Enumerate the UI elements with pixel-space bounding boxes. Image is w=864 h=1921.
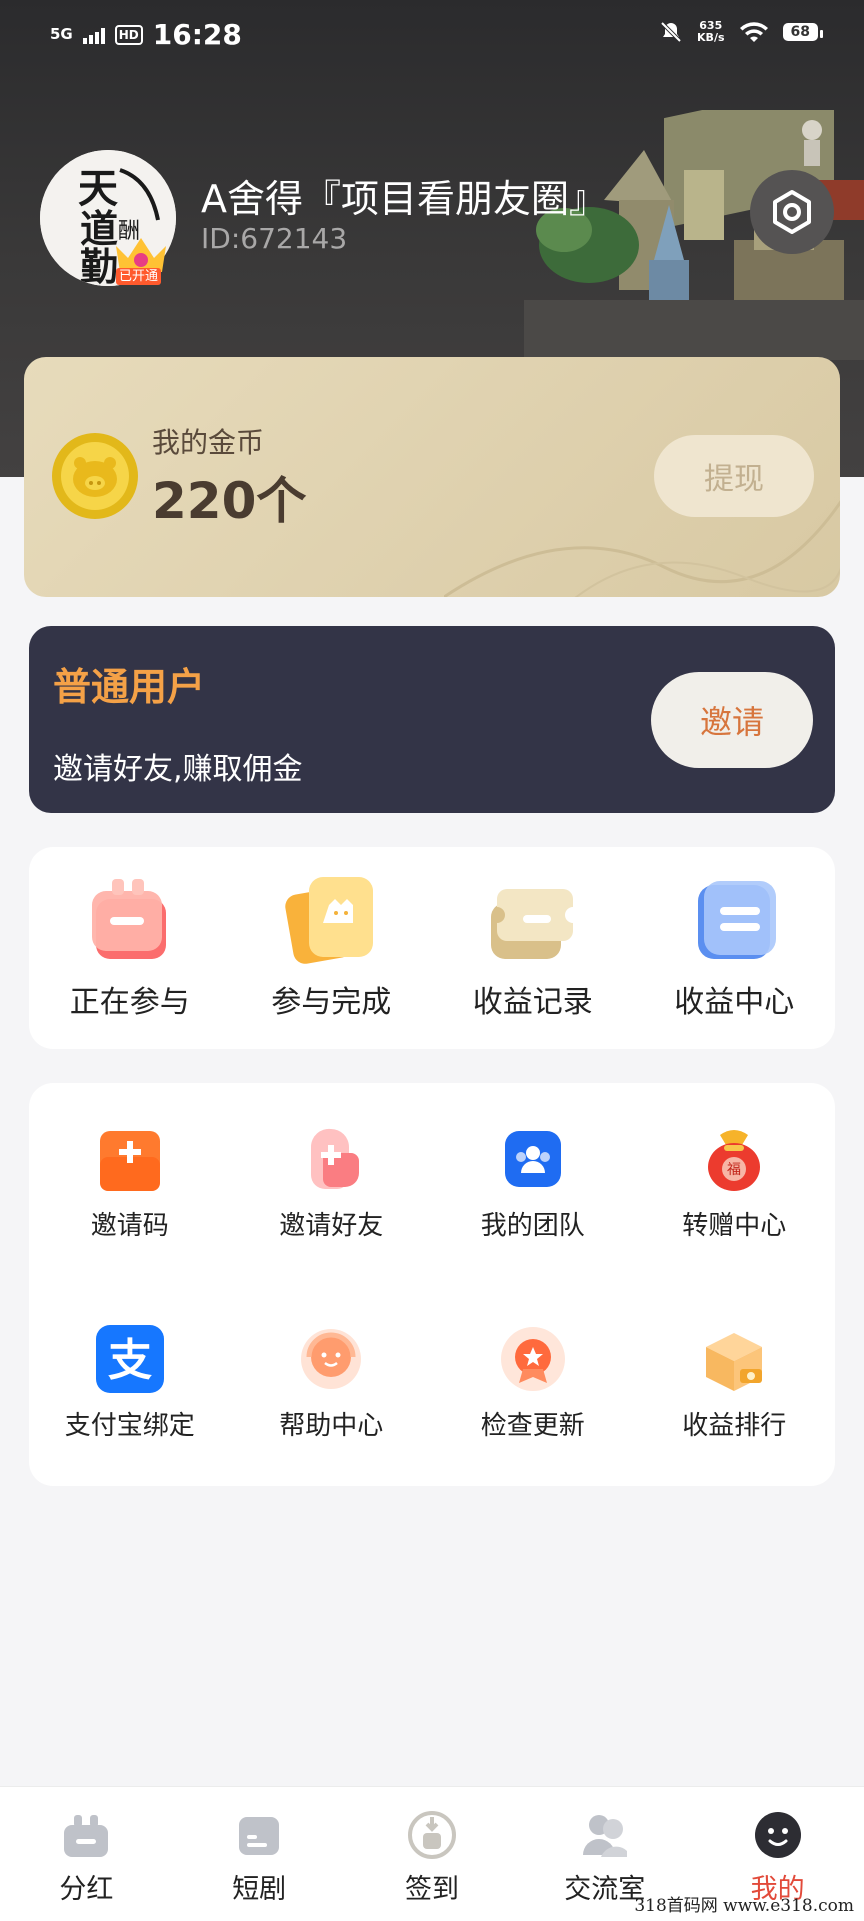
service-label: 收益排行 [682,1411,787,1441]
invite-button[interactable]: 邀请 [651,672,813,768]
signal-icon [82,26,105,44]
quick-action-label: 正在参与 [69,985,190,1020]
network-type: 5G [50,25,73,43]
services-panel: 邀请码 邀请好友 我的团队 福 转赠中心 支 支付宝绑定 帮助中心 检查更新 收… [29,1083,835,1486]
svg-text:福: 福 [727,1162,741,1178]
service-help-center[interactable]: 帮助中心 [231,1323,433,1442]
me-tab-icon [754,1812,801,1858]
update-badge-icon [500,1327,565,1391]
service-label: 支付宝绑定 [64,1411,195,1441]
tab-label: 交流室 [564,1874,646,1905]
invite-code-icon [99,1131,160,1191]
service-label: 我的团队 [480,1211,585,1241]
invite-friends-icon [311,1128,360,1189]
user-id: ID:672143 [201,222,348,255]
tab-dividends[interactable]: 分红 [0,1787,173,1921]
settings-button[interactable] [750,170,834,254]
withdraw-button[interactable]: 提现 [654,435,814,517]
quick-actions-panel: 正在参与 参与完成 收益记录 收益中心 [29,847,835,1049]
ticket-complete-icon [285,877,374,964]
service-invite-friends[interactable]: 邀请好友 [231,1123,433,1242]
gold-coin-icon [52,433,138,519]
hd-icon: HD [114,24,143,45]
tab-label: 分红 [59,1874,114,1905]
coin-label: 我的金币 [152,426,265,459]
quick-action-label: 参与完成 [271,985,392,1020]
service-alipay-binding[interactable]: 支 支付宝绑定 [29,1323,231,1442]
svg-text:支: 支 [108,1335,152,1386]
member-description: 邀请好友,赚取佣金 [53,752,303,787]
quick-action-participating[interactable]: 正在参与 [29,871,231,1021]
vip-status-badge: 已开通 [116,268,162,285]
membership-card: 普通用户 邀请好友,赚取佣金 邀请 [29,626,835,813]
wifi-icon [739,22,768,42]
settings-hexagon-icon [773,190,811,234]
headset-icon [301,1329,362,1389]
ranking-box-icon [706,1333,763,1391]
quick-action-label: 收益中心 [674,985,795,1020]
service-label: 邀请码 [90,1211,169,1241]
gift-tab-icon [64,1815,109,1857]
coin-balance: 220个 [152,472,307,530]
service-transfer-center[interactable]: 福 转赠中心 [634,1123,836,1242]
quick-action-label: 收益记录 [472,985,593,1020]
chat-room-tab-icon [582,1815,627,1857]
status-bar: 5G HD 16:28 635 KB/s 68 [0,0,864,70]
team-icon [504,1131,561,1187]
tab-check-in[interactable]: 签到 [346,1787,519,1921]
mute-bell-icon [660,21,682,43]
tab-label: 签到 [404,1874,459,1905]
service-label: 转赠中心 [682,1211,787,1241]
service-check-update[interactable]: 检查更新 [432,1323,634,1442]
quick-action-income-center[interactable]: 收益中心 [634,871,836,1021]
lucky-bag-icon: 福 [708,1130,761,1191]
gift-box-icon [91,879,166,959]
quick-action-income-records[interactable]: 收益记录 [432,871,634,1021]
alipay-icon: 支 [95,1325,164,1393]
service-label: 邀请好友 [279,1211,384,1241]
service-invite-code[interactable]: 邀请码 [29,1123,231,1242]
service-income-ranking[interactable]: 收益排行 [634,1323,836,1442]
service-label: 检查更新 [480,1411,585,1441]
net-speed-unit: KB/s [697,31,725,44]
tab-label: 短剧 [232,1874,287,1905]
member-level: 普通用户 [53,665,206,709]
income-card-icon [698,881,777,959]
quick-action-completed[interactable]: 参与完成 [231,871,433,1021]
service-my-team[interactable]: 我的团队 [432,1123,634,1242]
svg-text:天: 天 [78,165,118,212]
tab-short-drama[interactable]: 短剧 [173,1787,346,1921]
battery-icon: 68 [782,23,824,41]
watermark: 318首码网 www.e318.com [634,1896,854,1916]
net-speed: 635 KB/s [697,20,724,44]
drama-tab-icon [239,1817,280,1855]
checkin-tab-icon [407,1811,456,1859]
record-ticket-icon [490,889,573,959]
username: A舍得『项目看朋友圈』 [201,177,607,221]
coin-card: 我的金币 220个 提现 [24,357,840,597]
service-label: 帮助中心 [279,1411,384,1441]
clock: 16:28 [152,18,242,51]
